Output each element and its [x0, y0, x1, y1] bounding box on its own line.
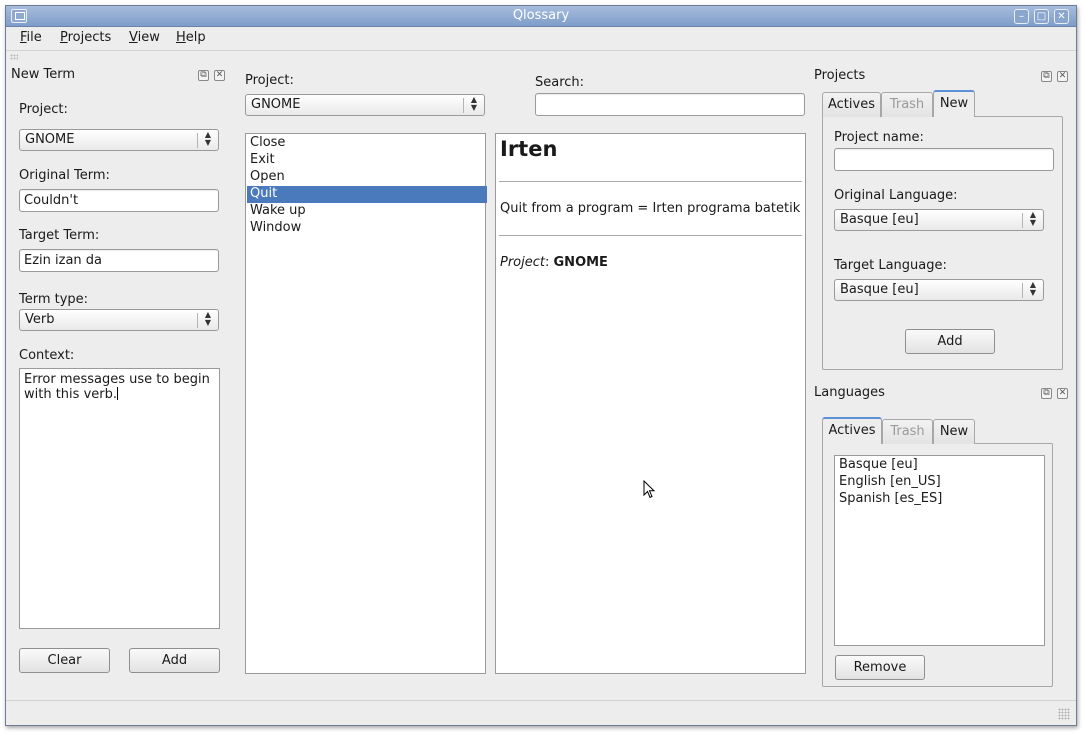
- combo-arrows-icon: ▲ ▼: [470, 95, 478, 112]
- add-term-button[interactable]: Add: [129, 648, 220, 673]
- remove-language-button[interactable]: Remove: [835, 655, 925, 680]
- menu-bar: File Projects View Help: [6, 27, 1076, 51]
- project-value: GNOME: [553, 255, 608, 270]
- clear-button[interactable]: Clear: [19, 648, 110, 673]
- original-language-value: Basque [eu]: [840, 212, 919, 227]
- list-item[interactable]: Window: [247, 220, 487, 237]
- divider: [499, 235, 802, 236]
- menu-help[interactable]: Help: [176, 30, 206, 45]
- target-language-value: Basque [eu]: [840, 282, 919, 297]
- window-title: Qlossary: [512, 8, 570, 23]
- close-window-button[interactable]: ✕: [1054, 9, 1069, 24]
- target-language-combo[interactable]: Basque [eu] ▲ ▼: [834, 279, 1044, 301]
- list-item-selected[interactable]: Quit: [247, 186, 487, 203]
- term-type-label: Term type:: [19, 292, 89, 307]
- term-type-combo[interactable]: Verb ▲ ▼: [19, 309, 219, 331]
- divider: [499, 181, 802, 182]
- tab-new[interactable]: New: [933, 90, 975, 117]
- list-item[interactable]: Open: [247, 169, 487, 186]
- close-dock-icon[interactable]: ✕: [214, 70, 225, 81]
- term-detail-view: Irten Quit from a program = Irten progra…: [495, 133, 806, 674]
- list-item[interactable]: Wake up: [247, 203, 487, 220]
- languages-list[interactable]: Basque [eu] English [en_US] Spanish [es_…: [834, 455, 1045, 646]
- target-term-label: Target Term:: [19, 228, 100, 243]
- menu-view[interactable]: View: [129, 30, 160, 45]
- text-caret: [117, 387, 118, 400]
- original-language-label: Original Language:: [834, 188, 958, 203]
- tab-new[interactable]: New: [933, 419, 975, 444]
- menu-projects[interactable]: Projects: [60, 30, 111, 45]
- list-item[interactable]: Basque [eu]: [836, 457, 1044, 474]
- minimize-button[interactable]: –: [1014, 9, 1029, 24]
- maximize-button[interactable]: □: [1034, 9, 1049, 24]
- project-name-input[interactable]: [834, 148, 1054, 171]
- term-definition: Quit from a program = Irten programa bat…: [500, 201, 801, 216]
- browser-project-combo[interactable]: GNOME ▲ ▼: [245, 94, 485, 116]
- add-project-button[interactable]: Add: [905, 329, 995, 354]
- mouse-cursor-icon: [643, 480, 656, 499]
- tab-trash[interactable]: Trash: [882, 419, 933, 444]
- tab-actives[interactable]: Actives: [822, 417, 882, 444]
- projects-dock-title: Projects: [814, 68, 866, 83]
- toolbar-grip[interactable]: [10, 54, 18, 60]
- term-heading: Irten: [500, 137, 558, 161]
- tab-trash[interactable]: Trash: [881, 92, 933, 117]
- status-bar: [6, 700, 1076, 725]
- resize-grip[interactable]: [1058, 708, 1070, 720]
- new-term-project-label: Project:: [19, 102, 68, 117]
- new-term-project-value: GNOME: [25, 132, 75, 147]
- combo-arrows-icon: ▲ ▼: [1029, 280, 1037, 297]
- original-term-input[interactable]: Couldn't: [19, 189, 219, 212]
- term-type-value: Verb: [25, 312, 55, 327]
- float-dock-icon[interactable]: ⧉: [1041, 388, 1052, 399]
- combo-arrows-icon: ▲ ▼: [204, 310, 212, 327]
- close-dock-icon[interactable]: ✕: [1057, 71, 1068, 82]
- float-dock-icon[interactable]: ⧉: [1041, 71, 1052, 82]
- combo-arrows-icon: ▲ ▼: [204, 130, 212, 147]
- list-item[interactable]: Exit: [247, 152, 487, 169]
- title-bar[interactable]: Qlossary – □ ✕: [6, 6, 1076, 27]
- original-term-label: Original Term:: [19, 168, 110, 183]
- project-key: Project: [500, 255, 545, 270]
- list-item[interactable]: English [en_US]: [836, 474, 1044, 491]
- search-input[interactable]: [535, 93, 805, 116]
- browser-project-label: Project:: [245, 73, 294, 88]
- original-language-combo[interactable]: Basque [eu] ▲ ▼: [834, 209, 1044, 231]
- combo-arrows-icon: ▲ ▼: [1029, 210, 1037, 227]
- new-term-project-combo[interactable]: GNOME ▲ ▼: [19, 129, 219, 151]
- target-language-label: Target Language:: [834, 258, 947, 273]
- search-label: Search:: [535, 75, 585, 90]
- context-textarea[interactable]: Error messages use to begin with this ve…: [19, 368, 220, 629]
- context-label: Context:: [19, 348, 75, 363]
- new-term-dock-title: New Term: [11, 67, 75, 82]
- list-item[interactable]: Spanish [es_ES]: [836, 491, 1044, 508]
- float-dock-icon[interactable]: ⧉: [198, 70, 209, 81]
- terms-list[interactable]: Close Exit Open Quit Wake up Window: [245, 133, 487, 674]
- target-term-input[interactable]: Ezin izan da: [19, 249, 219, 272]
- menu-file[interactable]: File: [20, 30, 42, 45]
- close-dock-icon[interactable]: ✕: [1057, 388, 1068, 399]
- browser-project-value: GNOME: [251, 97, 301, 112]
- project-name-label: Project name:: [834, 130, 924, 145]
- languages-dock-title: Languages: [814, 385, 885, 400]
- tab-actives[interactable]: Actives: [822, 92, 881, 117]
- list-item[interactable]: Close: [247, 135, 487, 152]
- term-project-line: Project: GNOME: [500, 255, 608, 270]
